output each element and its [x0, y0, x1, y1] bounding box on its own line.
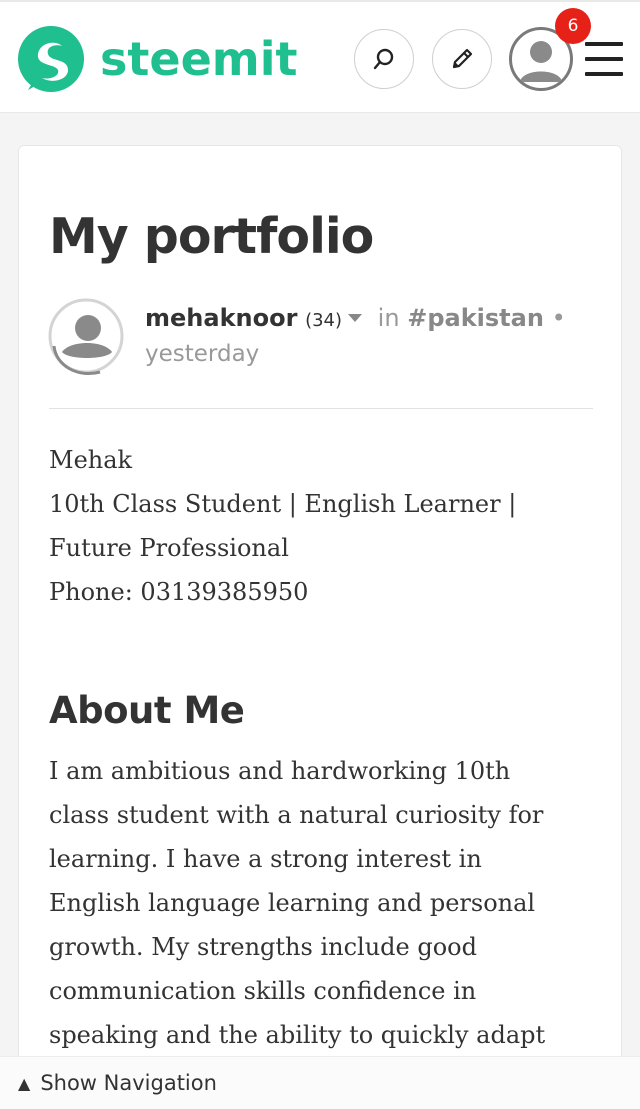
- pencil-icon: [452, 48, 473, 69]
- top-header: steemit 6: [0, 0, 640, 113]
- author-reputation: (34): [305, 310, 343, 331]
- post-category-link[interactable]: #pakistan: [407, 304, 544, 332]
- about-line: class student with a natural curiosity f…: [49, 801, 544, 829]
- compose-button[interactable]: [432, 29, 492, 89]
- author-name[interactable]: mehaknoor: [145, 304, 297, 332]
- author-dropdown-caret-icon[interactable]: [348, 313, 363, 322]
- meta-separator: •: [551, 304, 566, 332]
- post-time[interactable]: yesterday: [145, 341, 259, 367]
- section-heading-about: About Me: [49, 689, 245, 732]
- show-navigation-bar[interactable]: ▲ Show Navigation: [0, 1056, 640, 1109]
- author-line: mehaknoor (34) in #pakistan •: [145, 304, 566, 332]
- up-arrow-icon: ▲: [18, 1073, 31, 1093]
- steemit-logo-icon: [18, 26, 84, 92]
- steemit-logo[interactable]: steemit: [16, 24, 297, 94]
- about-line: English language learning and personal: [49, 889, 536, 917]
- header-divider: [49, 408, 593, 409]
- brand-name: steemit: [100, 32, 298, 86]
- hamburger-menu-icon[interactable]: [585, 42, 623, 76]
- bio-line: Mehak: [49, 446, 133, 474]
- post-card: My portfolio mehaknoor (34) in #pakistan…: [18, 145, 622, 1109]
- about-line: learning. I have a strong interest in: [49, 845, 482, 873]
- search-button[interactable]: [354, 29, 414, 89]
- notification-badge[interactable]: 6: [555, 8, 591, 44]
- about-line: I am ambitious and hardworking 10th: [49, 757, 511, 785]
- in-label: in: [377, 304, 400, 332]
- about-paragraph: I am ambitious and hardworking 10th clas…: [49, 749, 609, 1057]
- author-avatar[interactable]: [48, 294, 124, 380]
- about-line: speaking and the ability to quickly adap…: [49, 1021, 546, 1049]
- bio-line: Future Professional: [49, 534, 289, 562]
- bio-block: Mehak 10th Class Student | English Learn…: [49, 438, 599, 614]
- bio-line: 10th Class Student | English Learner |: [49, 490, 517, 518]
- bio-line: Phone: 03139385950: [49, 578, 309, 606]
- search-icon: [373, 48, 394, 70]
- about-line: communication skills confidence in: [49, 977, 477, 1005]
- show-navigation-label: Show Navigation: [40, 1071, 217, 1095]
- post-title: My portfolio: [49, 208, 374, 265]
- about-line: growth. My strengths include good: [49, 933, 477, 961]
